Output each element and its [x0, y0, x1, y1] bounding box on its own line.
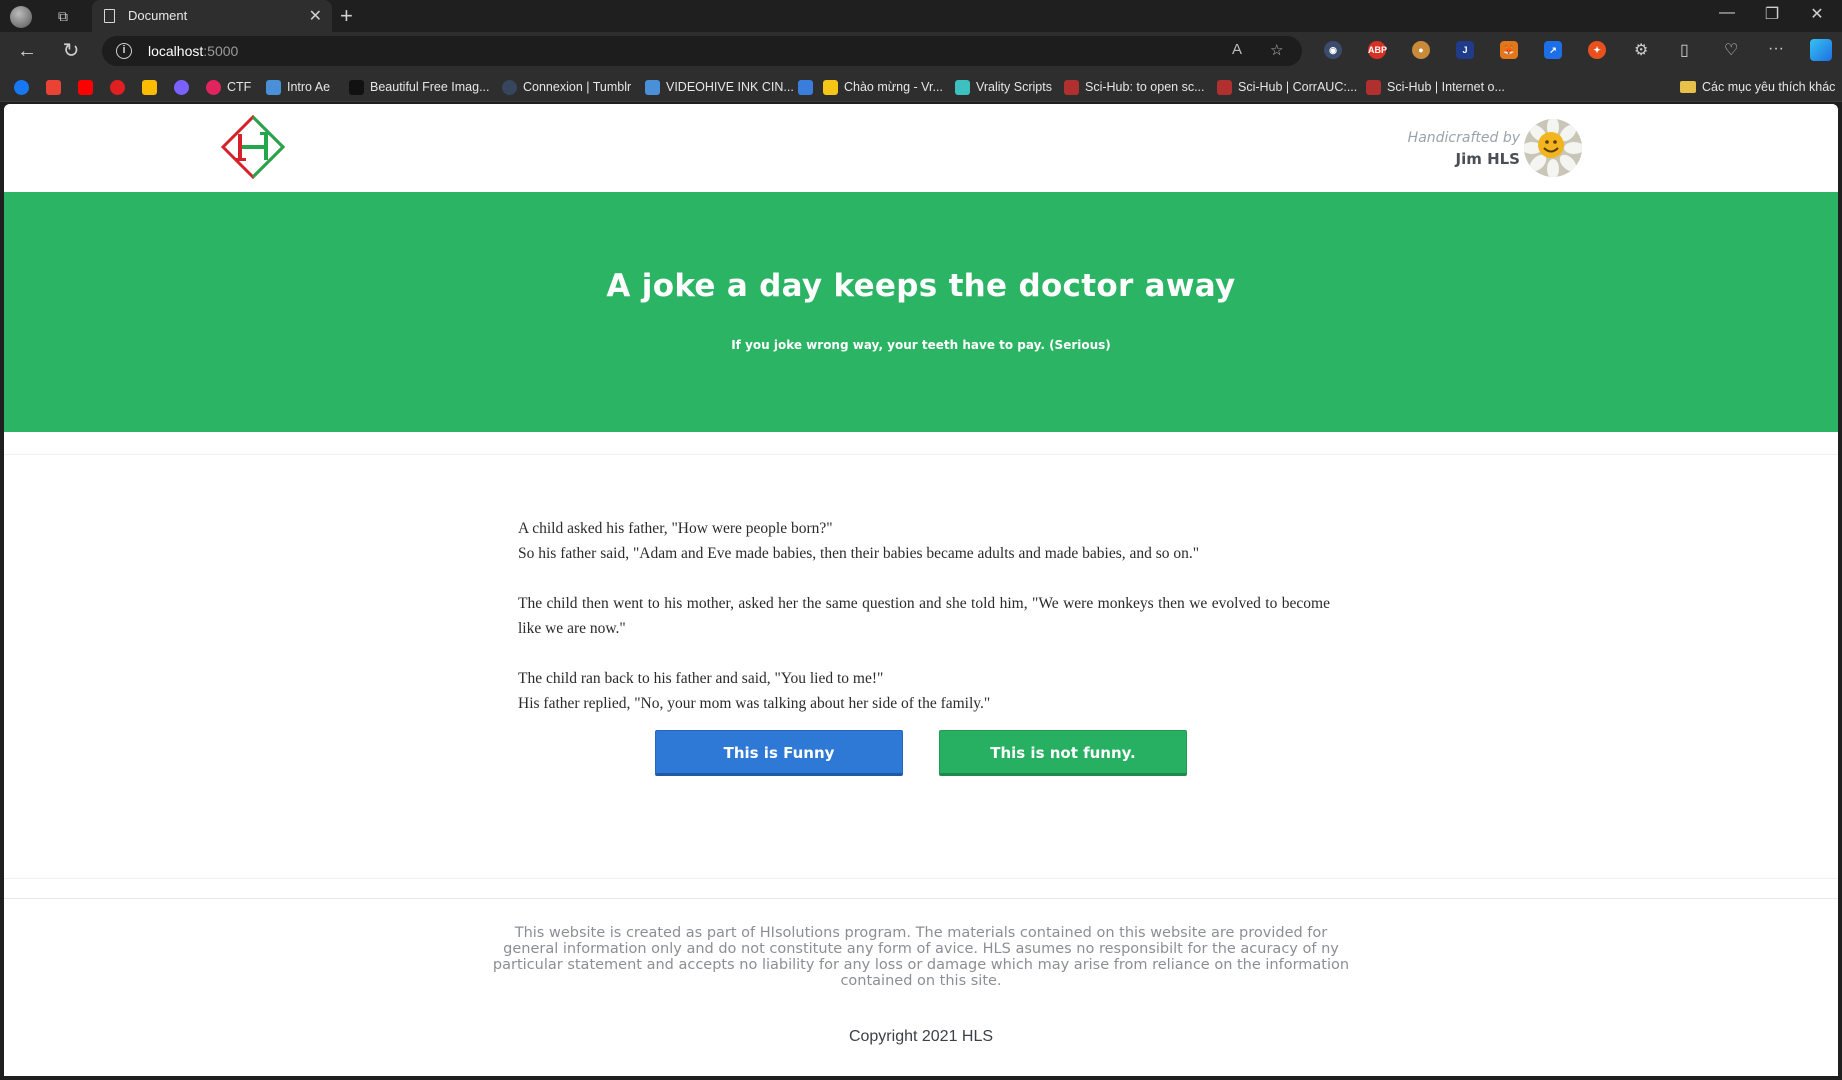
bookmark-folder-other[interactable]: Các mục yêu thích khác	[1680, 78, 1835, 96]
back-arrow-icon[interactable]: ←	[14, 40, 40, 62]
footer-divider	[4, 878, 1838, 879]
section-divider	[4, 454, 1838, 455]
browser-essentials-icon[interactable]: ♡	[1724, 40, 1738, 60]
tumblr-icon	[502, 79, 517, 95]
author-name: Jim HLS	[1455, 150, 1521, 168]
funny-button[interactable]: This is Funny	[655, 730, 903, 776]
ctf-icon	[206, 79, 221, 95]
close-icon[interactable]: ✕	[309, 6, 322, 26]
sci-hub-icon	[1064, 79, 1079, 95]
joke-paragraph: A child asked his father, "How were peop…	[518, 520, 1200, 562]
restore-icon[interactable]: ❐	[1757, 4, 1787, 24]
pen-icon	[823, 79, 838, 95]
arrow-extension-icon[interactable]: ↗	[1544, 41, 1562, 59]
folder-icon	[1680, 81, 1696, 93]
joke-text: A child asked his father, "How were peop…	[518, 516, 1330, 716]
more-menu-icon[interactable]: ···	[1768, 40, 1784, 58]
browser-tab-active[interactable]: Document ✕	[92, 0, 332, 32]
hls-logo[interactable]	[220, 114, 286, 180]
metamask-fox-icon[interactable]: 🦊	[1500, 41, 1518, 59]
bookmark-youtube[interactable]	[78, 78, 99, 96]
browser-toolbar: ← ↻ i localhost:5000 A ☆ ◉ ABP ● J 🦊 ↗ ✦…	[0, 32, 1842, 70]
bookmark-sci-hub-1[interactable]: Sci-Hub: to open sc...	[1064, 78, 1205, 96]
bookmark-extension[interactable]	[174, 78, 195, 96]
tab-title: Document	[128, 8, 188, 23]
favorite-star-icon[interactable]: ☆	[1270, 41, 1283, 59]
j-extension-icon[interactable]: J	[1456, 41, 1474, 59]
bookmark-facebook[interactable]	[14, 78, 35, 96]
read-aloud-icon[interactable]: A	[1232, 41, 1242, 58]
purple-site-icon	[174, 79, 189, 95]
handicrafted-label: Handicrafted by	[1407, 130, 1520, 146]
bookmark-gmail[interactable]	[46, 78, 67, 96]
footer-disclaimer: This website is created as part of HIsol…	[492, 925, 1350, 989]
not-funny-button[interactable]: This is not funny.	[939, 730, 1187, 776]
bookmark-intro-ae[interactable]: Intro Ae	[266, 78, 330, 96]
extension-circle-icon[interactable]: ◉	[1324, 41, 1342, 59]
bookmark-layers[interactable]	[798, 78, 819, 96]
new-tab-plus-icon[interactable]: +	[340, 3, 353, 29]
minimize-icon[interactable]: —	[1712, 4, 1742, 22]
sci-hub-icon	[1366, 79, 1381, 95]
adblock-plus-icon[interactable]: ABP	[1368, 41, 1387, 59]
bookmark-google-drive[interactable]	[142, 78, 163, 96]
hero-subtitle: If you joke wrong way, your teeth have t…	[731, 338, 1111, 352]
joke-paragraph: The child then went to his mother, asked…	[518, 595, 1330, 637]
bookmark-youtube-music[interactable]	[110, 78, 131, 96]
bookmark-ctf[interactable]: CTF	[206, 78, 251, 96]
layers-icon	[798, 79, 813, 95]
bookmark-sci-hub-2[interactable]: Sci-Hub | CorrAUC:...	[1217, 78, 1357, 96]
bookmark-chao-mung[interactable]: Chào mừng - Vr...	[823, 78, 943, 96]
refresh-icon[interactable]: ↻	[58, 40, 84, 62]
document-icon	[104, 9, 115, 23]
google-drive-icon	[142, 79, 157, 95]
bookmarks-bar: CTF Intro Ae Beautiful Free Imag... Conn…	[0, 70, 1842, 102]
youtube-icon	[78, 79, 93, 95]
joke-paragraph: The child ran back to his father and sai…	[518, 670, 991, 712]
copilot-icon[interactable]	[1810, 39, 1832, 61]
url-text[interactable]: localhost:5000	[148, 43, 238, 59]
workspaces-icon[interactable]: ⧉	[52, 6, 74, 26]
split-screen-icon[interactable]: ▯	[1680, 40, 1689, 60]
cookie-icon[interactable]: ●	[1412, 41, 1430, 59]
extensions-puzzle-icon[interactable]: ⚙	[1634, 40, 1648, 60]
author-credit: Handicrafted by Jim HLS	[1408, 130, 1520, 168]
info-icon[interactable]: i	[116, 43, 132, 59]
address-bar[interactable]: i localhost:5000 A ☆	[102, 36, 1302, 66]
sci-hub-icon	[1217, 79, 1232, 95]
hero-title: A joke a day keeps the doctor away	[606, 268, 1236, 304]
browser-titlebar: ⧉ Document ✕ + — ❐ ✕	[0, 0, 1842, 32]
bookmark-tumblr[interactable]: Connexion | Tumblr	[502, 78, 631, 96]
bookmark-beautiful-free-images[interactable]: Beautiful Free Imag...	[349, 78, 490, 96]
facebook-icon	[14, 79, 29, 95]
youtube-music-icon	[110, 79, 125, 95]
gmail-icon	[46, 79, 61, 95]
author-avatar	[1524, 119, 1582, 177]
arrow-up-icon	[955, 79, 970, 95]
bookmark-sci-hub-3[interactable]: Sci-Hub | Internet o...	[1366, 78, 1505, 96]
site-header: Handicrafted by Jim HLS	[4, 104, 1838, 192]
unsplash-icon	[349, 79, 364, 95]
hero-banner: A joke a day keeps the doctor away If yo…	[4, 192, 1838, 432]
globe-icon	[645, 79, 660, 95]
profile-avatar[interactable]	[10, 6, 32, 28]
bookmark-videohive[interactable]: VIDEOHIVE INK CIN...	[645, 78, 794, 96]
bookmark-vrality-scripts[interactable]: Vrality Scripts	[955, 78, 1052, 96]
orange-extension-icon[interactable]: ✦	[1588, 41, 1606, 59]
footer-copyright: Copyright 2021 HLS	[848, 1028, 994, 1045]
window-close-icon[interactable]: ✕	[1802, 4, 1832, 24]
footer-divider	[4, 898, 1838, 899]
globe-icon	[266, 79, 281, 95]
page-viewport: Handicrafted by Jim HLS A joke a day kee…	[4, 104, 1838, 1076]
